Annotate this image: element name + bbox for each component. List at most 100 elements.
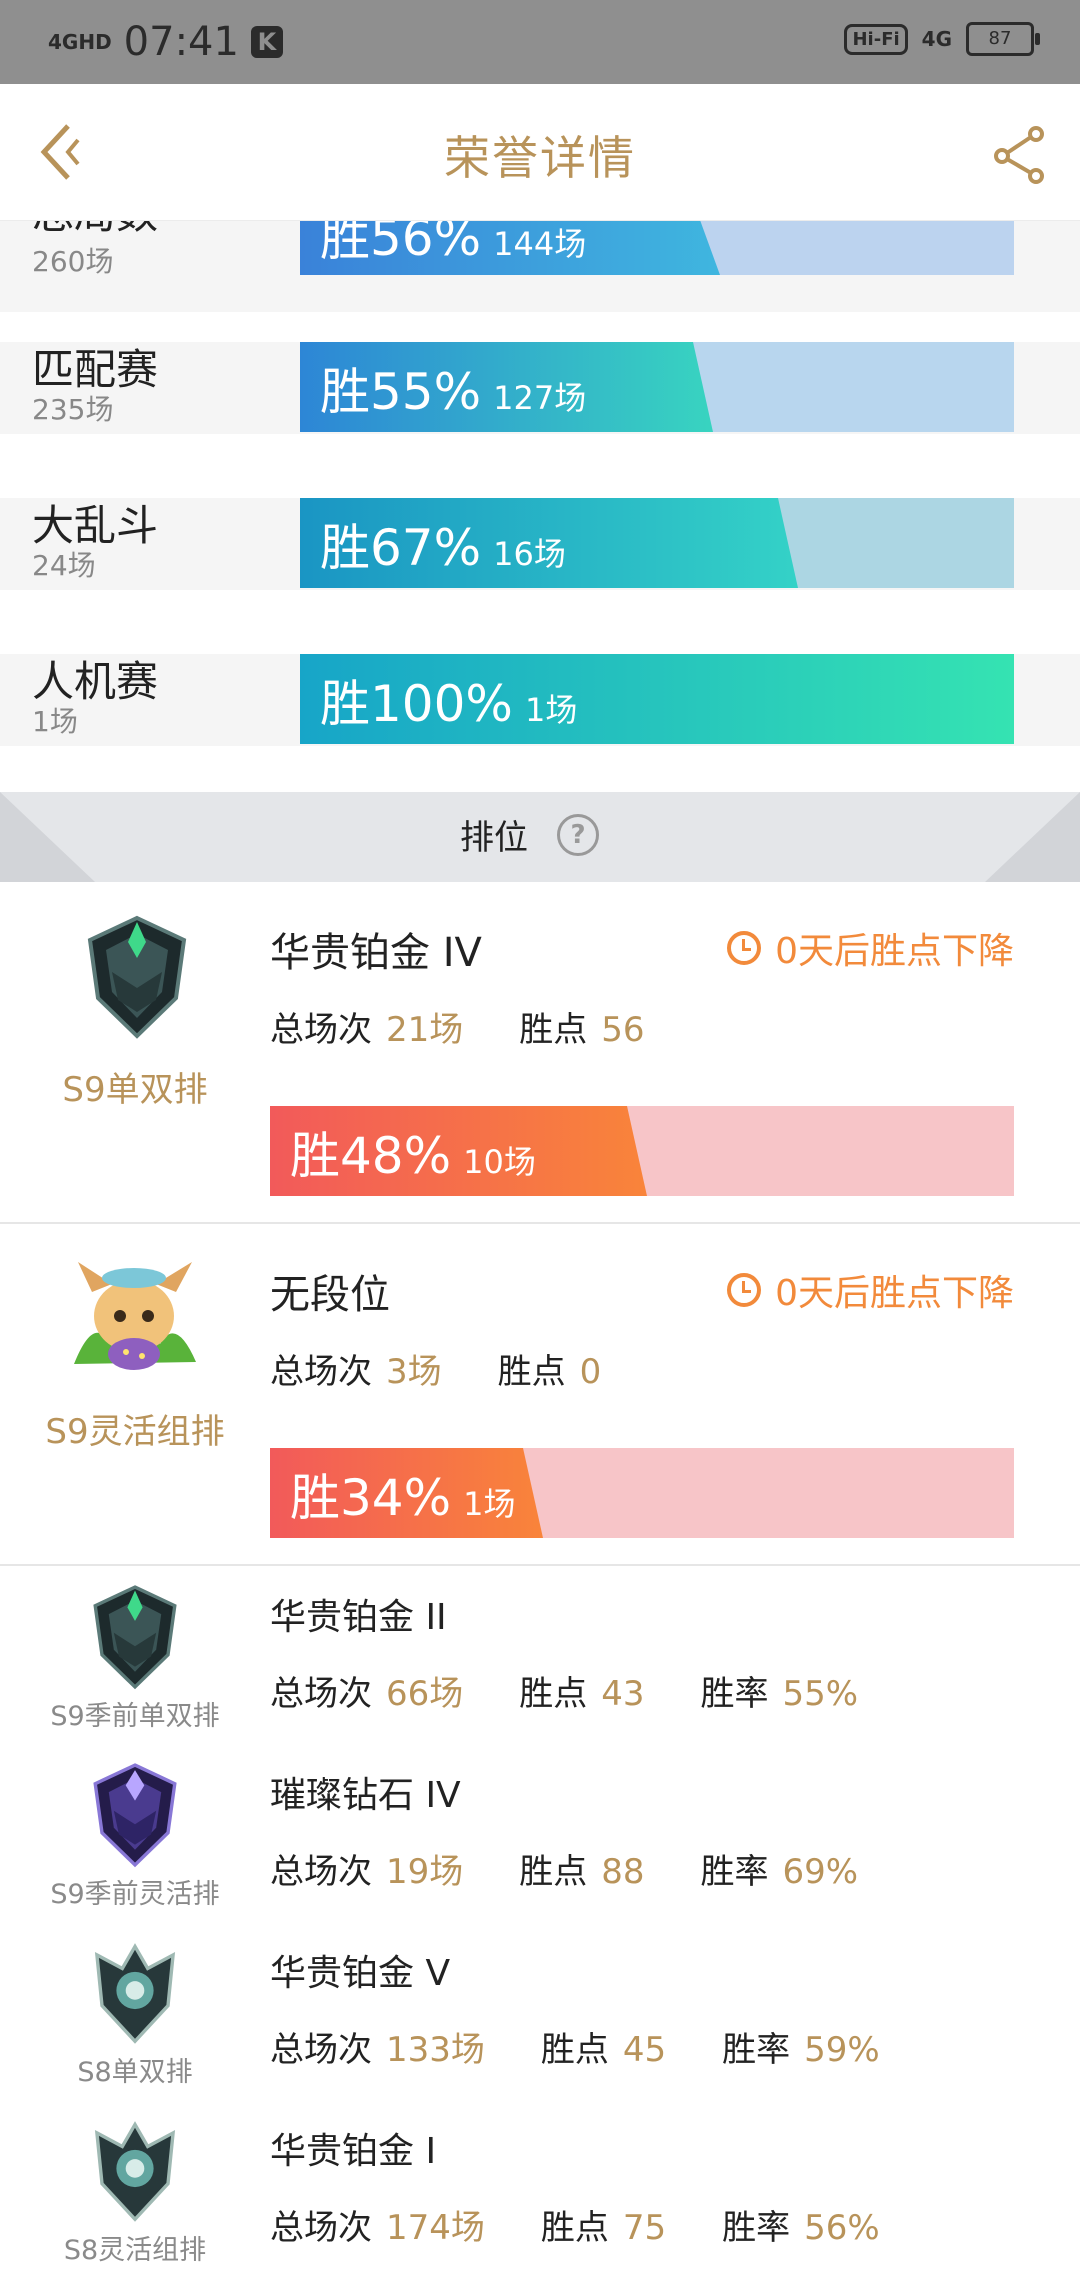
win-bar: 胜55% 127场 — [300, 342, 1014, 432]
win-bar-text: 胜55% 127场 — [320, 352, 586, 424]
rank-tier: 华贵铂金 V — [270, 1953, 451, 1994]
win-bar-text: 胜67% 16场 — [320, 508, 566, 580]
win-games: 10场 — [463, 1143, 536, 1181]
platinum-badge-icon — [72, 912, 202, 1046]
rank-stats: 总场次 66场 胜点 43 胜率 55% — [270, 1666, 914, 1715]
rank-section-title: 排位 — [460, 818, 528, 858]
rank-tier: 璀璨钻石 IV — [270, 1775, 461, 1816]
rank-section-header: 排位 ? — [0, 792, 1080, 882]
ranked-card[interactable]: S9灵活组排 无段位 0天后胜点下降 总场次 3场 胜点 0 胜34% 1场 — [0, 1224, 1080, 1566]
past-rank-row[interactable]: S8单双排 华贵铂金 V 总场次 133场 胜点 45 胜率 59% — [0, 1922, 1080, 2102]
share-button[interactable] — [990, 124, 1050, 184]
queue-label: S9季前灵活排 — [50, 1879, 220, 1910]
page-title: 荣誉详情 — [444, 131, 636, 185]
past-rank-row[interactable]: S8灵活组排 华贵铂金 I 总场次 174场 胜点 75 胜率 56% — [0, 2100, 1080, 2278]
past-rank-row[interactable]: S9季前灵活排 璀璨钻石 IV 总场次 19场 胜点 88 胜率 69% — [0, 1744, 1080, 1924]
winrate-label: 胜率 — [700, 1674, 769, 1714]
games-label: 总场次 — [270, 2030, 372, 2070]
winrate-label: 胜率 — [700, 1852, 769, 1892]
win-rate: 胜67% — [320, 519, 482, 577]
games-label: 总场次 — [270, 1352, 372, 1392]
mode-count: 260场 — [32, 245, 114, 278]
games-value: 133场 — [386, 2030, 485, 2070]
mode-row[interactable]: 匹配赛 235场 胜55% 127场 — [0, 342, 1080, 434]
lp-label: 胜点 — [540, 2030, 609, 2070]
platinum-old-badge-icon — [80, 2116, 190, 2230]
lp-value: 56 — [601, 1010, 645, 1050]
mode-row[interactable]: 人机赛 1场 胜100% 1场 — [0, 654, 1080, 746]
clock-icon — [727, 1273, 762, 1307]
queue-label: S9季前单双排 — [50, 1701, 220, 1732]
win-games: 144场 — [493, 225, 587, 263]
past-rank-row[interactable]: S9季前单双排 华贵铂金 II 总场次 66场 胜点 43 胜率 55% — [0, 1566, 1080, 1746]
lp-value: 88 — [601, 1852, 645, 1892]
help-icon[interactable]: ? — [557, 814, 599, 856]
clock-time: 07:41 — [123, 19, 239, 65]
win-bar-text: 胜48% 10场 — [290, 1116, 536, 1188]
decay-text: 0天后胜点下降 — [775, 931, 1014, 972]
rank-stats: 总场次 174场 胜点 75 胜率 56% — [270, 2200, 936, 2249]
win-games: 1场 — [524, 691, 578, 729]
games-label: 总场次 — [270, 1852, 372, 1892]
rank-tier: 华贵铂金 II — [270, 1597, 447, 1638]
rank-tier: 无段位 — [270, 1272, 390, 1318]
lp-label: 胜点 — [497, 1352, 566, 1392]
queue-label: S9单双排 — [62, 1070, 208, 1110]
teemo-avatar-icon — [64, 1244, 204, 1388]
win-games: 16场 — [493, 535, 566, 573]
games-label: 总场次 — [270, 1674, 372, 1714]
platinum-old-badge-icon — [80, 1938, 190, 2052]
queue-label: S9灵活组排 — [45, 1412, 225, 1452]
diamond-badge-icon — [80, 1760, 190, 1874]
queue-label: S8灵活组排 — [63, 2235, 207, 2266]
mode-count: 24场 — [32, 549, 96, 582]
lp-decay-notice: 0天后胜点下降 — [727, 922, 1014, 974]
rank-tier: 华贵铂金 I — [270, 2131, 437, 2172]
mode-row[interactable]: 总局数 260场 胜56%144场 — [0, 189, 1080, 312]
win-bar: 胜34% 1场 — [270, 1448, 1014, 1538]
winrate-label: 胜率 — [722, 2208, 791, 2248]
k-app-icon: K — [250, 26, 283, 58]
battery-icon: 87 — [966, 22, 1040, 56]
rank-stats: 总场次 3场 胜点 0 — [270, 1344, 657, 1393]
winrate-value: 56% — [804, 2208, 880, 2248]
rank-stats: 总场次 133场 胜点 45 胜率 59% — [270, 2022, 936, 2071]
win-bar-text: 胜100% 1场 — [320, 664, 577, 736]
lp-label: 胜点 — [519, 1852, 588, 1892]
winrate-value: 69% — [782, 1852, 859, 1892]
lp-value: 75 — [622, 2208, 667, 2248]
winrate-value: 55% — [782, 1674, 859, 1714]
win-bar: 胜100% 1场 — [300, 654, 1014, 744]
mode-count: 235场 — [32, 393, 114, 426]
hifi-icon: Hi-Fi — [844, 23, 908, 55]
header-decor-right — [985, 792, 1080, 882]
decay-text: 0天后胜点下降 — [775, 1273, 1014, 1314]
status-right: Hi-Fi 4G 87 — [844, 22, 1040, 56]
signal-label: 4GHD — [48, 30, 112, 54]
rank-tier: 华贵铂金 IV — [270, 930, 482, 976]
rank-stats: 总场次 21场 胜点 56 — [270, 1002, 701, 1051]
nav-bar: 荣誉详情 — [0, 84, 1080, 221]
win-games: 127场 — [493, 379, 587, 417]
games-value: 21场 — [386, 1010, 464, 1050]
win-rate: 胜55% — [320, 363, 482, 421]
mode-row[interactable]: 大乱斗 24场 胜67% 16场 — [0, 498, 1080, 590]
win-bar: 胜48% 10场 — [270, 1106, 1014, 1196]
winrate-value: 59% — [804, 2030, 880, 2070]
win-rate: 胜48% — [290, 1127, 452, 1185]
platinum-badge-icon — [80, 1582, 190, 1696]
win-bar: 胜67% 16场 — [300, 498, 1014, 588]
clock-icon — [727, 931, 762, 965]
win-bar-text: 胜34% 1场 — [290, 1458, 516, 1530]
games-value: 3场 — [386, 1352, 442, 1392]
win-rate: 胜34% — [290, 1469, 452, 1527]
win-rate: 胜100% — [320, 675, 513, 733]
mode-count: 1场 — [32, 705, 78, 738]
games-label: 总场次 — [270, 2208, 372, 2248]
win-rate: 胜56% — [320, 220, 482, 267]
win-bar: 胜56% 144场 — [300, 220, 1014, 275]
ranked-card[interactable]: S9单双排 华贵铂金 IV 0天后胜点下降 总场次 21场 胜点 56 胜48% 10场 — [0, 882, 1080, 1224]
lp-value: 45 — [622, 2030, 667, 2070]
network-4g-icon: 4G — [921, 27, 952, 51]
games-label: 总场次 — [270, 1010, 372, 1050]
